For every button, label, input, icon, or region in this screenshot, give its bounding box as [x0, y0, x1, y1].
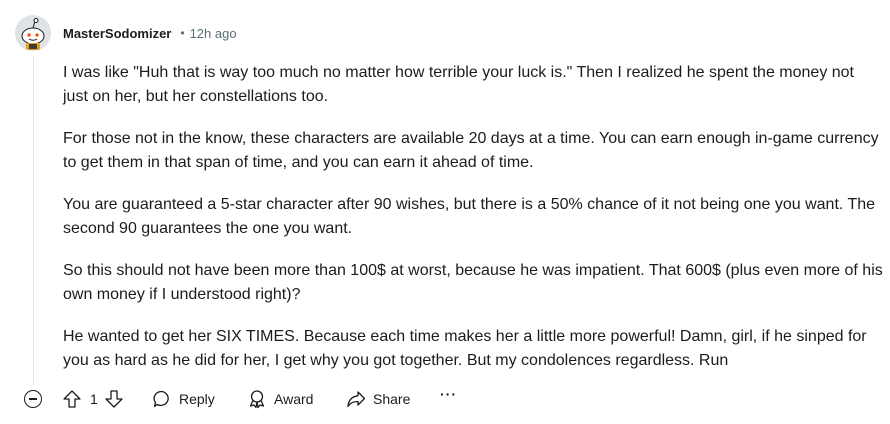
meta-separator: • [180, 26, 185, 40]
collapse-minus-icon[interactable] [24, 390, 42, 408]
award-label: Award [274, 391, 314, 407]
vote-count: 1 [90, 391, 98, 407]
award-button[interactable]: Award [247, 389, 313, 409]
comment-paragraph: He wanted to get her SIX TIMES. Because … [63, 328, 867, 369]
thread-line [33, 56, 34, 386]
comment-body: I was like "Huh that is way too much no … [63, 61, 883, 391]
comment-paragraph: I was like "Huh that is way too much no … [63, 64, 854, 105]
more-options-button[interactable]: ··· [440, 386, 457, 402]
username[interactable]: MasterSodomizer [63, 26, 171, 41]
reply-button[interactable]: Reply [152, 389, 215, 409]
share-label: Share [373, 391, 411, 407]
timestamp[interactable]: 12h ago [190, 26, 237, 41]
reply-label: Reply [179, 391, 215, 407]
comment-action-bar: 1 Reply Award Share ··· [0, 386, 890, 416]
upvote-arrow-icon[interactable] [62, 389, 82, 409]
comment-paragraph: For those not in the know, these charact… [63, 130, 879, 171]
share-button[interactable]: Share [346, 389, 410, 409]
award-ribbon-icon [249, 390, 265, 409]
share-arrow-icon [347, 391, 366, 408]
more-options-icon: ··· [440, 386, 457, 402]
snoo-avatar-icon [15, 15, 51, 51]
speech-bubble-icon [153, 390, 169, 408]
downvote-arrow-icon[interactable] [104, 389, 124, 409]
comment-meta: MasterSodomizer • 12h ago [63, 24, 237, 42]
avatar[interactable] [14, 14, 52, 52]
comment-paragraph: So this should not have been more than 1… [63, 262, 883, 303]
comment-paragraph: You are guaranteed a 5-star character af… [63, 196, 876, 237]
vote-controls: 1 [62, 389, 124, 409]
